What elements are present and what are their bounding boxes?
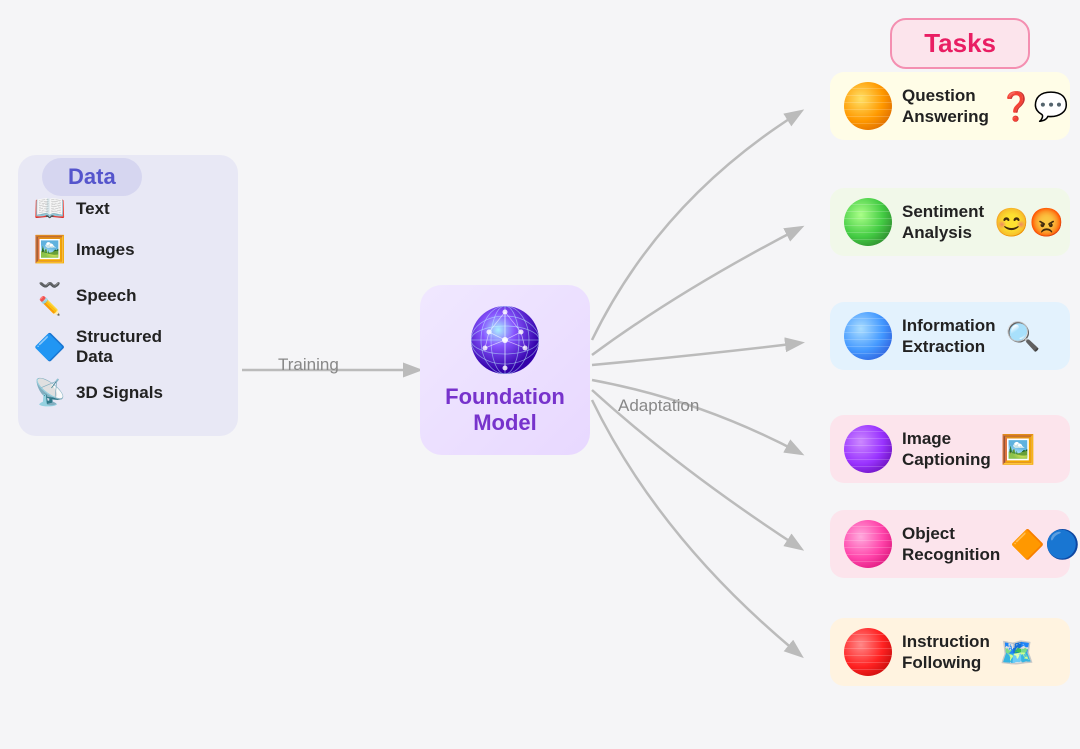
speech-icon: 〰️✏️ bbox=[32, 275, 68, 317]
training-label: Training bbox=[278, 355, 339, 375]
tasks-label-box: Tasks bbox=[890, 18, 1030, 69]
task-card-qa: QuestionAnswering ❓💬 bbox=[830, 72, 1070, 140]
task-icon-ie: 🔍 bbox=[1006, 320, 1041, 353]
task-icon-or: 🔶🔵 bbox=[1010, 528, 1080, 561]
task-text-ie: InformationExtraction bbox=[902, 315, 996, 358]
task-sphere-ic bbox=[844, 425, 892, 473]
signals-icon: 📡 bbox=[32, 377, 68, 408]
task-card-or: ObjectRecognition 🔶🔵 bbox=[830, 510, 1070, 578]
task-text-sa: SentimentAnalysis bbox=[902, 201, 984, 244]
task-card-sa: SentimentAnalysis 😊😡 bbox=[830, 188, 1070, 256]
task-text-if: InstructionFollowing bbox=[902, 631, 990, 674]
tasks-label: Tasks bbox=[924, 28, 996, 58]
data-label: Data bbox=[68, 164, 116, 189]
task-icon-if: 🗺️ bbox=[1000, 636, 1035, 669]
data-item-speech: 〰️✏️ Speech bbox=[32, 275, 224, 317]
task-text-ic: ImageCaptioning bbox=[902, 428, 991, 471]
foundation-model-box: FoundationModel bbox=[420, 285, 590, 455]
data-item-images: 🖼️ Images bbox=[32, 234, 224, 265]
foundation-model-sphere bbox=[469, 304, 541, 376]
task-icon-qa: ❓💬 bbox=[999, 90, 1069, 123]
task-sphere-sa bbox=[844, 198, 892, 246]
data-item-signals: 📡 3D Signals bbox=[32, 377, 224, 408]
task-sphere-ie bbox=[844, 312, 892, 360]
adaptation-label: Adaptation bbox=[618, 396, 699, 416]
data-item-signals-label: 3D Signals bbox=[76, 383, 163, 403]
task-icon-sa: 😊😡 bbox=[994, 206, 1064, 239]
task-sphere-or bbox=[844, 520, 892, 568]
text-icon: 📖 bbox=[32, 193, 68, 224]
data-item-text: 📖 Text bbox=[32, 193, 224, 224]
task-text-or: ObjectRecognition bbox=[902, 523, 1000, 566]
task-card-ie: InformationExtraction 🔍 bbox=[830, 302, 1070, 370]
data-item-structured: 🔷 StructuredData bbox=[32, 327, 224, 367]
task-card-ic: ImageCaptioning 🖼️ bbox=[830, 415, 1070, 483]
data-item-images-label: Images bbox=[76, 240, 135, 260]
task-card-if: InstructionFollowing 🗺️ bbox=[830, 618, 1070, 686]
data-item-structured-label: StructuredData bbox=[76, 327, 162, 367]
structured-icon: 🔷 bbox=[32, 332, 68, 363]
task-text-qa: QuestionAnswering bbox=[902, 85, 989, 128]
task-icon-ic: 🖼️ bbox=[1001, 433, 1036, 466]
data-item-text-label: Text bbox=[76, 199, 110, 219]
images-icon: 🖼️ bbox=[32, 234, 68, 265]
foundation-model-title: FoundationModel bbox=[445, 384, 565, 437]
data-panel: 📖 Text 🖼️ Images 〰️✏️ Speech 🔷 Structure… bbox=[18, 155, 238, 436]
task-sphere-qa bbox=[844, 82, 892, 130]
data-label-box: Data bbox=[42, 158, 142, 196]
task-sphere-if bbox=[844, 628, 892, 676]
data-item-speech-label: Speech bbox=[76, 286, 136, 306]
